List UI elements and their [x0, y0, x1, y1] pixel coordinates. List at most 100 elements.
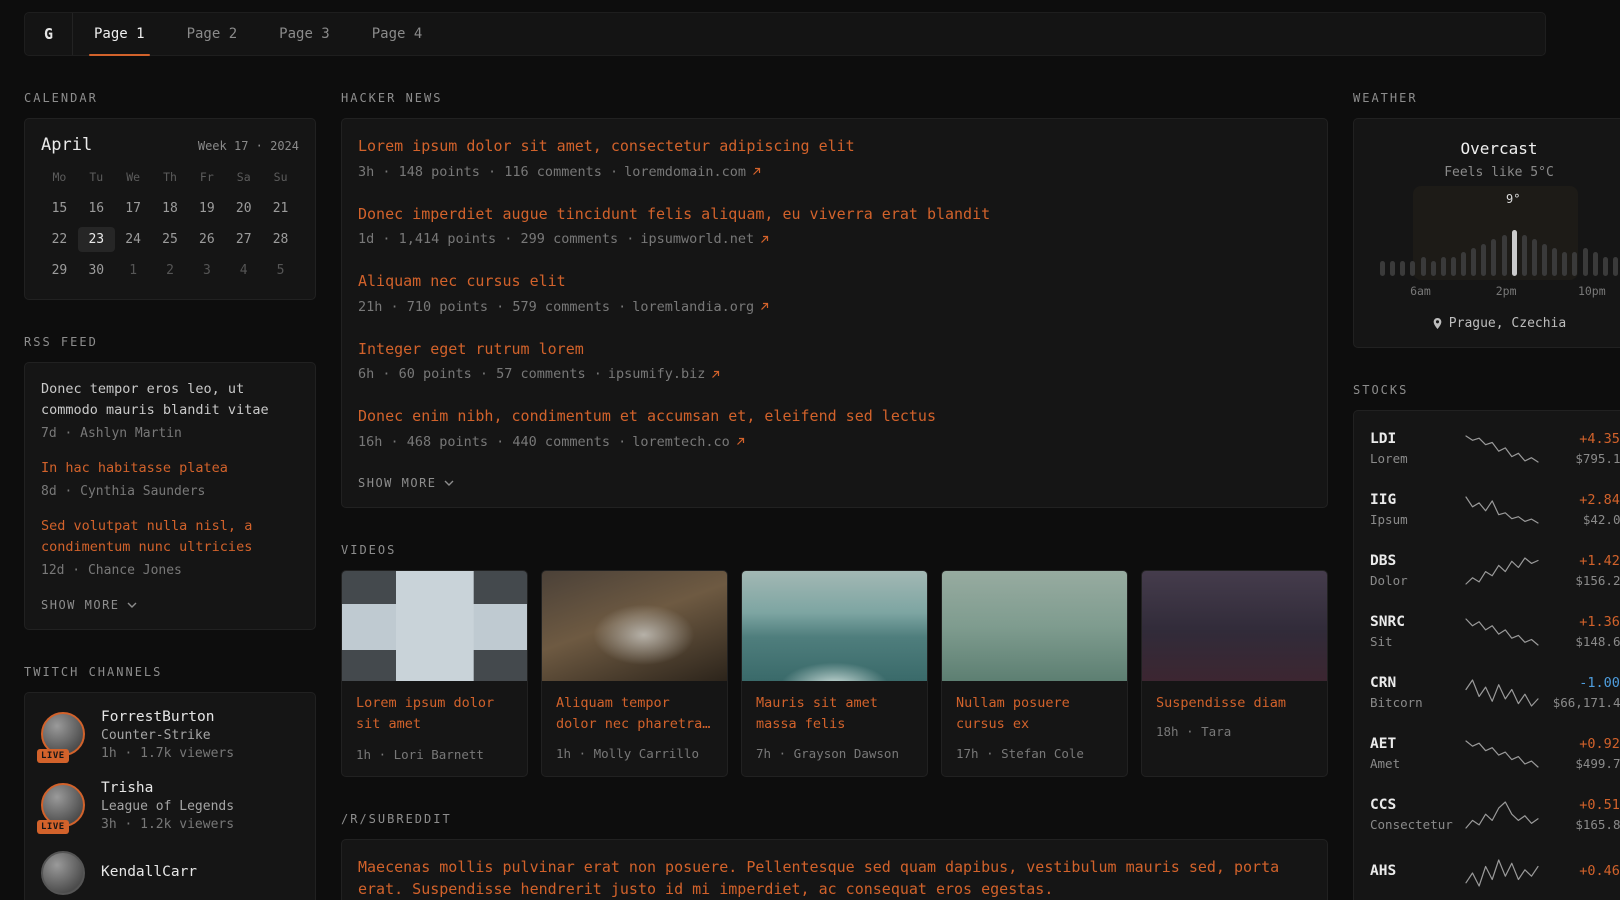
stock-price: $42.04: [1550, 512, 1620, 527]
channel-name[interactable]: Trisha: [101, 780, 234, 796]
channel-name[interactable]: ForrestBurton: [101, 709, 234, 725]
stock-row[interactable]: CCS Consectetur +0.51% $165.84: [1370, 784, 1620, 845]
hn-item-link[interactable]: loremdomain.com: [624, 164, 746, 180]
calendar-day: 21: [262, 196, 299, 221]
stock-name: Sit: [1370, 634, 1454, 649]
tab-page-3[interactable]: Page 3: [258, 13, 351, 55]
weather-bar: [1390, 261, 1395, 276]
tab-page-2[interactable]: Page 2: [166, 13, 259, 55]
channel-info: Trisha League of Legends 3h · 1.2k viewe…: [101, 780, 234, 832]
stock-sparkline: [1464, 556, 1540, 586]
stock-row[interactable]: LDI Lorem +4.35% $795.18: [1370, 418, 1620, 479]
video-title[interactable]: Suspendisse diam: [1156, 693, 1313, 715]
hn-item-link[interactable]: loremtech.co: [632, 434, 730, 450]
channel-name[interactable]: KendallCarr: [101, 864, 197, 880]
calendar-day: 24: [115, 227, 152, 252]
video-thumbnail[interactable]: [942, 571, 1127, 681]
hn-item-title[interactable]: Donec imperdiet augue tincidunt felis al…: [358, 203, 1311, 226]
hn-item-title[interactable]: Lorem ipsum dolor sit amet, consectetur …: [358, 135, 1311, 158]
rss-item-title[interactable]: In hac habitasse platea: [41, 458, 299, 479]
hn-item-link[interactable]: loremlandia.org: [632, 299, 754, 315]
calendar-day: 17: [115, 196, 152, 221]
weather-bar: [1451, 257, 1456, 276]
video-card[interactable]: Suspendisse diam 18h · Tara: [1141, 570, 1328, 777]
calendar-day: 30: [78, 258, 115, 283]
stock-symbol: IIG: [1370, 492, 1454, 508]
stock-sparkline: [1464, 678, 1540, 708]
weather-bar: [1502, 235, 1507, 276]
avatar: LIVE: [41, 783, 87, 829]
video-thumbnail[interactable]: [542, 571, 727, 681]
rss-item-title[interactable]: Donec tempor eros leo, ut commodo mauris…: [41, 379, 299, 421]
hn-item-link[interactable]: ipsumify.biz: [608, 366, 706, 382]
stock-row[interactable]: AET Amet +0.92% $499.72: [1370, 723, 1620, 784]
twitch-section: TWITCH CHANNELS LIVE ForrestBurton Count…: [24, 665, 316, 900]
stock-symbol: CRN: [1370, 675, 1454, 691]
calendar-day: 20: [225, 196, 262, 221]
video-meta: 1h · Lori Barnett: [356, 747, 513, 762]
stock-sparkline: [1464, 495, 1540, 525]
video-thumbnail[interactable]: [342, 571, 527, 681]
video-card[interactable]: Mauris sit amet massa felis 7h · Grayson…: [741, 570, 928, 777]
calendar-dow: Sa: [225, 170, 262, 190]
stock-row[interactable]: CRN Bitcorn -1.00% $66,171.48: [1370, 662, 1620, 723]
external-link-icon: [760, 235, 769, 244]
calendar-dow: Mo: [41, 170, 78, 190]
twitch-channel-row[interactable]: LIVE ForrestBurton Counter-Strike 1h · 1…: [41, 709, 299, 761]
channel-avatar: [41, 851, 85, 895]
hn-show-more-button[interactable]: SHOW MORE: [358, 476, 454, 490]
calendar-dow: Su: [262, 170, 299, 190]
video-thumbnail[interactable]: [742, 571, 927, 681]
weather-bar: [1421, 257, 1426, 276]
rss-item: Sed volutpat nulla nisl, a condimentum n…: [41, 516, 299, 578]
video-card[interactable]: Aliquam tempor dolor nec pharetra… 1h · …: [541, 570, 728, 777]
calendar-day: 25: [152, 227, 189, 252]
stock-row[interactable]: IIG Ipsum +2.84% $42.04: [1370, 479, 1620, 540]
hacker-news-widget: Lorem ipsum dolor sit amet, consectetur …: [341, 118, 1328, 508]
subreddit-widget: Maecenas mollis pulvinar erat non posuer…: [341, 839, 1328, 900]
hn-item-title[interactable]: Aliquam nec cursus elit: [358, 270, 1311, 293]
rss-item-title[interactable]: Sed volutpat nulla nisl, a condimentum n…: [41, 516, 299, 558]
stock-identity: IIG Ipsum: [1370, 492, 1454, 527]
stock-change: +4.35%: [1550, 431, 1620, 447]
calendar-day: 19: [188, 196, 225, 221]
chevron-down-icon: [444, 480, 454, 486]
stock-row[interactable]: DBS Dolor +1.42% $156.28: [1370, 540, 1620, 601]
hn-show-more-label: SHOW MORE: [358, 476, 437, 490]
tab-page-4[interactable]: Page 4: [351, 13, 444, 55]
video-card[interactable]: Nullam posuere cursus ex 17h · Stefan Co…: [941, 570, 1128, 777]
stocks-section-title: STOCKS: [1353, 383, 1620, 397]
right-column: WEATHER Overcast Feels like 5°C 9° 6am 2…: [1353, 91, 1620, 900]
twitch-section-title: TWITCH CHANNELS: [24, 665, 316, 679]
video-meta: 1h · Molly Carrillo: [556, 746, 713, 761]
twitch-channel-row[interactable]: KendallCarr: [41, 851, 299, 897]
calendar-day: 29: [41, 258, 78, 283]
rss-show-more-button[interactable]: SHOW MORE: [41, 598, 137, 612]
stock-sparkline: [1464, 617, 1540, 647]
left-column: CALENDAR April Week 17 · 2024 Mo Tu We T…: [24, 91, 316, 900]
calendar-dow: Th: [152, 170, 189, 190]
stock-values: +2.84% $42.04: [1550, 492, 1620, 527]
hn-item-title[interactable]: Integer eget rutrum lorem: [358, 338, 1311, 361]
hn-item-link[interactable]: ipsumworld.net: [640, 231, 754, 247]
twitch-channel-row[interactable]: LIVE Trisha League of Legends 3h · 1.2k …: [41, 780, 299, 832]
stock-row[interactable]: AHS +0.46%: [1370, 845, 1620, 900]
calendar-section: CALENDAR April Week 17 · 2024 Mo Tu We T…: [24, 91, 316, 300]
video-title[interactable]: Mauris sit amet massa felis: [756, 693, 913, 736]
calendar-day: 27: [225, 227, 262, 252]
video-card[interactable]: Lorem ipsum dolor sit amet consectetu… 1…: [341, 570, 528, 777]
app-logo[interactable]: G: [25, 13, 73, 55]
hn-item-title[interactable]: Donec enim nibh, condimentum et accumsan…: [358, 405, 1311, 428]
tab-page-1[interactable]: Page 1: [73, 13, 166, 55]
video-title[interactable]: Lorem ipsum dolor sit amet consectetu…: [356, 693, 513, 737]
weather-bar: [1562, 252, 1567, 276]
hn-meta-text: 1d · 1,414 points · 299 comments ·: [358, 231, 634, 247]
stock-row[interactable]: SNRC Sit +1.36% $148.64: [1370, 601, 1620, 662]
stock-identity: CCS Consectetur: [1370, 797, 1454, 832]
weather-bar: [1552, 248, 1557, 276]
video-title[interactable]: Aliquam tempor dolor nec pharetra…: [556, 693, 713, 736]
stocks-section: STOCKS LDI Lorem +4.35% $795.18: [1353, 383, 1620, 900]
video-thumbnail[interactable]: [1142, 571, 1327, 681]
subreddit-post-title[interactable]: Maecenas mollis pulvinar erat non posuer…: [358, 856, 1311, 900]
video-title[interactable]: Nullam posuere cursus ex: [956, 693, 1113, 736]
